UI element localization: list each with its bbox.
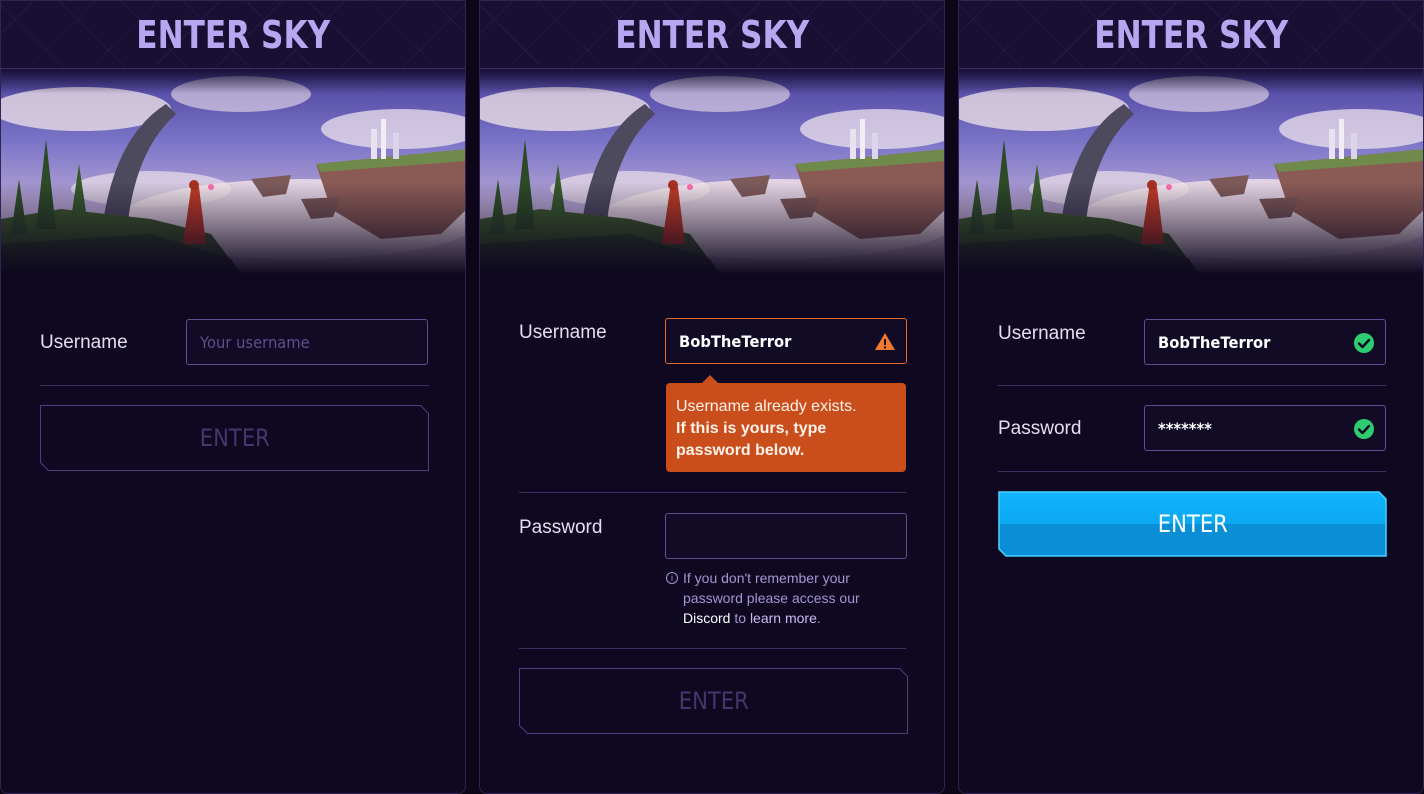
hint-text-connector: to bbox=[730, 610, 750, 626]
page-title: ENTER SKY bbox=[1094, 12, 1288, 57]
password-hint: i If you don't remember your password pl… bbox=[666, 568, 906, 628]
password-field[interactable] bbox=[665, 513, 907, 559]
login-panel-ready: ENTER SKY Username Password bbox=[958, 0, 1424, 794]
panel-header: ENTER SKY bbox=[480, 1, 944, 69]
error-message-line1: Username already exists. bbox=[676, 398, 857, 415]
error-message-line2: If this is yours, type password below. bbox=[676, 420, 827, 459]
enter-button[interactable]: ENTER bbox=[40, 405, 429, 471]
divider bbox=[519, 648, 906, 649]
hero-image bbox=[959, 69, 1423, 274]
panel-header: ENTER SKY bbox=[1, 1, 465, 69]
username-field[interactable] bbox=[1144, 319, 1386, 365]
enter-button[interactable]: ENTER bbox=[998, 491, 1387, 557]
enter-button-label: ENTER bbox=[199, 424, 270, 452]
divider bbox=[519, 492, 906, 493]
page-title: ENTER SKY bbox=[136, 12, 330, 57]
password-input[interactable] bbox=[679, 526, 854, 546]
login-panel-username-taken: ENTER SKY Username Username already exis… bbox=[479, 0, 945, 794]
hero-image bbox=[480, 69, 944, 274]
username-input[interactable] bbox=[679, 331, 854, 351]
divider bbox=[998, 471, 1386, 472]
tooltip-arrow bbox=[702, 375, 718, 383]
password-field[interactable] bbox=[1144, 405, 1386, 451]
login-panel-empty: ENTER SKY Username ENTER bbox=[0, 0, 466, 794]
check-icon bbox=[1354, 419, 1374, 439]
password-input[interactable] bbox=[1158, 418, 1333, 438]
page-title: ENTER SKY bbox=[615, 12, 809, 57]
check-icon bbox=[1354, 333, 1374, 353]
username-field[interactable] bbox=[665, 318, 907, 364]
enter-button-label: ENTER bbox=[678, 687, 749, 715]
divider bbox=[998, 385, 1386, 386]
username-label: Username bbox=[519, 322, 607, 343]
enter-button[interactable]: ENTER bbox=[519, 668, 908, 734]
warning-icon bbox=[875, 333, 895, 350]
enter-button-label: ENTER bbox=[1157, 510, 1228, 538]
hero-image bbox=[1, 69, 465, 274]
username-field[interactable] bbox=[186, 319, 428, 365]
username-label: Username bbox=[998, 323, 1086, 344]
username-label: Username bbox=[40, 332, 128, 353]
password-label: Password bbox=[519, 517, 603, 538]
username-error-tooltip: Username already exists. If this is your… bbox=[666, 375, 906, 472]
password-label: Password bbox=[998, 418, 1082, 439]
username-input[interactable] bbox=[1158, 332, 1333, 352]
info-icon: i bbox=[666, 572, 678, 584]
discord-link[interactable]: Discord bbox=[683, 610, 730, 626]
hint-text-end: . bbox=[816, 610, 821, 626]
divider bbox=[40, 385, 429, 386]
username-input[interactable] bbox=[200, 332, 375, 352]
panel-header: ENTER SKY bbox=[959, 1, 1423, 69]
hint-text: If you don't remember your password plea… bbox=[683, 570, 860, 606]
learn-more-link[interactable]: learn more bbox=[750, 610, 817, 626]
